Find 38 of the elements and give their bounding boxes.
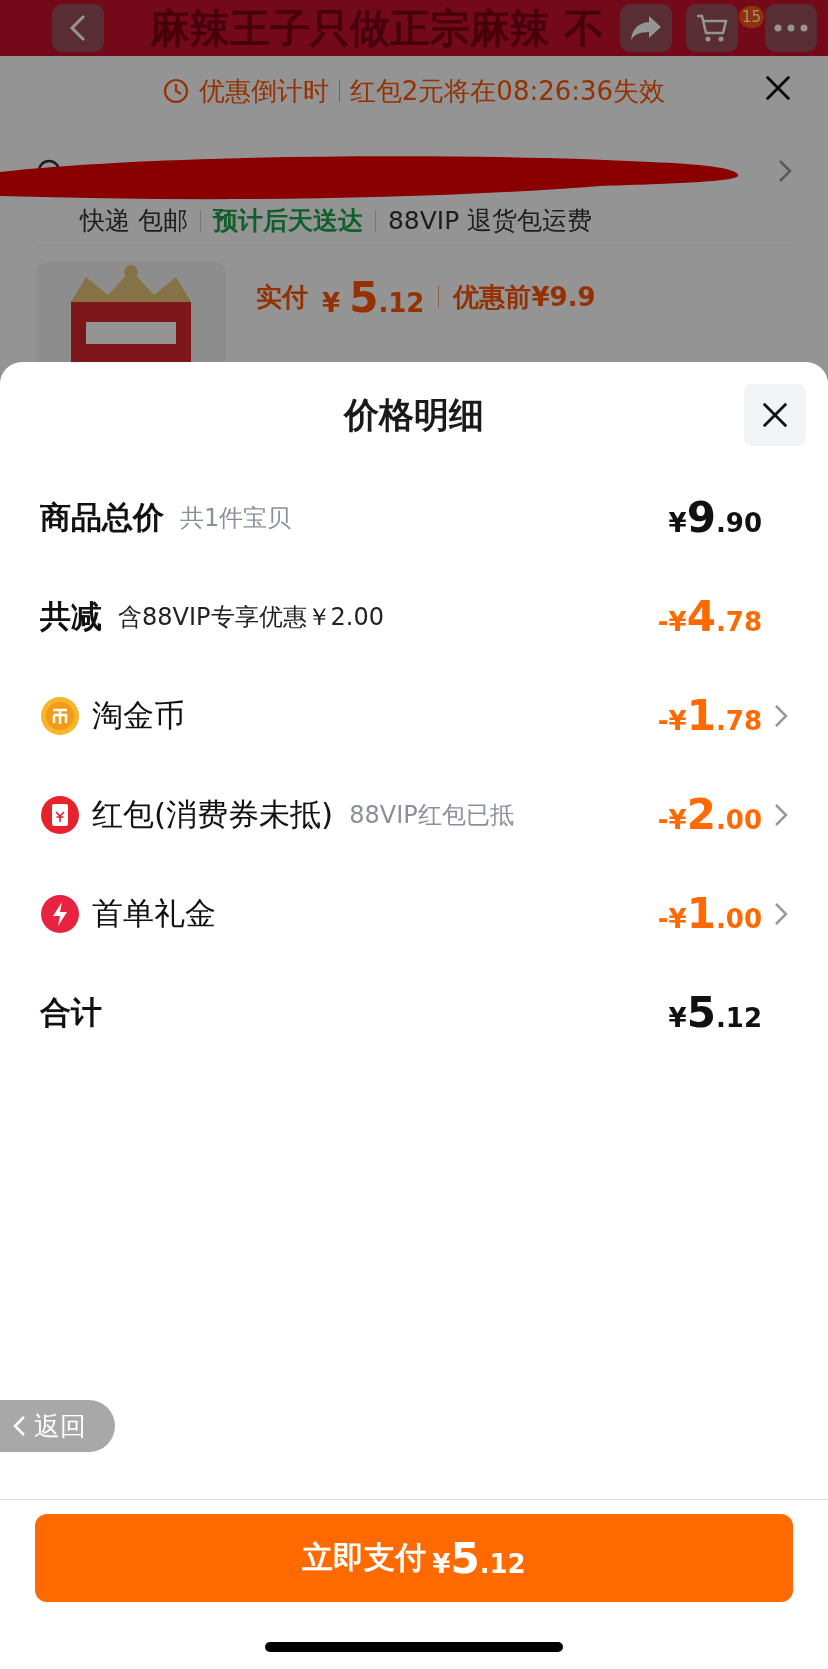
delivery-info: 预计后天送达 (212, 205, 363, 237)
chevron-left-icon (12, 1415, 26, 1437)
paid-price: ¥ 5.12 (322, 272, 425, 322)
row-amount: -¥2.00 (657, 790, 762, 839)
chevron-right-icon (774, 703, 788, 728)
row-label: 共减 (40, 596, 102, 636)
row-label: 商品总价 (40, 497, 164, 537)
envelope-icon (40, 794, 80, 835)
close-icon (761, 401, 789, 429)
chevron-right-icon (774, 901, 788, 926)
row-amount: ¥5.12 (668, 988, 762, 1037)
row-amount: -¥1.78 (657, 691, 762, 740)
chevron-right-icon (774, 802, 788, 827)
row-note: 88VIP红包已抵 (349, 799, 514, 831)
chevron-right-icon (778, 159, 792, 183)
delivery-info: 88VIP 退货包运费 (387, 205, 593, 237)
back-button[interactable]: 返回 (0, 1400, 115, 1452)
row-note: 含88VIP专享优惠￥2.00 (118, 601, 384, 633)
row-amount: -¥1.00 (657, 889, 762, 938)
close-icon (764, 74, 792, 102)
original-price: 优惠前¥9.9 (453, 280, 596, 314)
row-amount: -¥4.78 (657, 592, 762, 641)
pay-button[interactable]: 立即支付 ¥5.12 (35, 1514, 793, 1602)
countdown-message: 红包2元将在08:26:36失效 (349, 74, 666, 108)
lightning-icon (40, 893, 80, 934)
row-label: 红包(消费券未抵) (92, 794, 334, 834)
close-button[interactable] (744, 384, 806, 446)
clock-icon (162, 78, 189, 104)
row-amount: ¥9.90 (668, 493, 762, 542)
row-label: 首单礼金 (92, 893, 216, 933)
row-note: 共1件宝贝 (180, 502, 292, 534)
row-label: 淘金币 (92, 695, 185, 735)
countdown-label: 优惠倒计时 (198, 74, 329, 108)
delivery-info: 快递 包邮 (80, 205, 188, 237)
sheet-title: 价格明细 (344, 393, 484, 437)
paid-label: 实付 (256, 280, 308, 314)
row-label: 合计 (40, 992, 102, 1032)
coin-icon (40, 695, 80, 736)
